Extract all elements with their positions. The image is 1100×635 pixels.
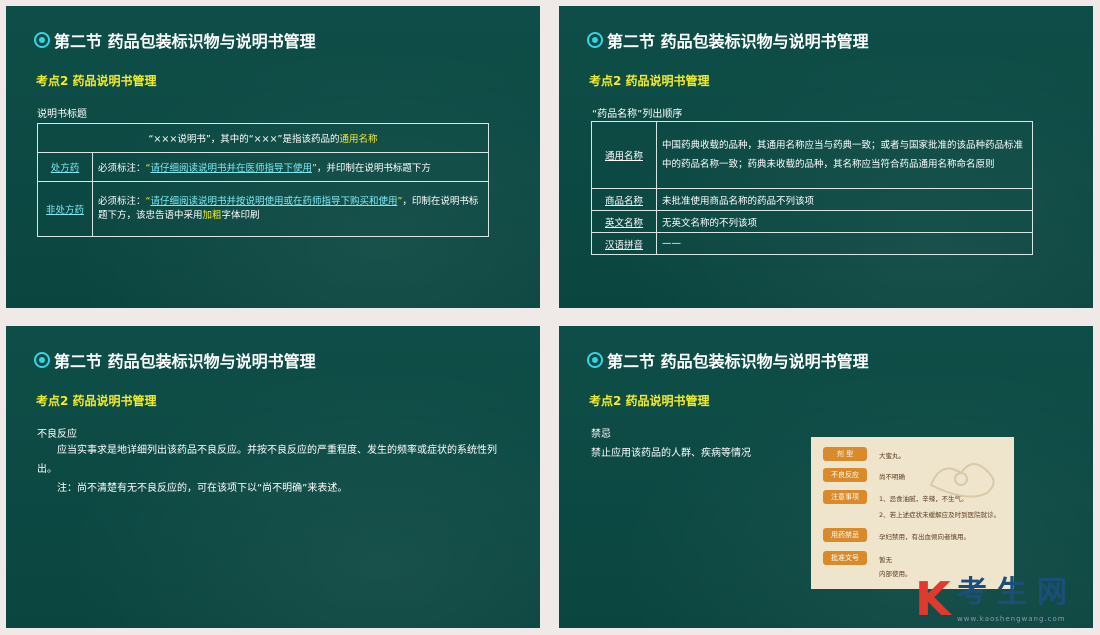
paragraph-note: 注：尚不清楚有无不良反应的，可在该项下以“尚不明确”来表述。 <box>57 483 348 494</box>
circle-bullet-icon <box>34 32 50 48</box>
circle-bullet-icon <box>587 352 603 368</box>
drug-name-order-table: 通用名称 中国药典收载的品种，其通用名称应当与药典一致；或者与国家批准的该品种药… <box>591 121 1033 255</box>
circle-bullet-icon <box>587 32 603 48</box>
slide-2: 第二节 药品包装标识物与说明书管理 考点2 药品说明书管理 “药品名称”列出顺序… <box>559 6 1093 308</box>
row-text: 必须标注： <box>98 163 146 174</box>
row-label-cell: 英文名称 <box>591 210 657 233</box>
slide-title: 第二节 药品包装标识物与说明书管理 <box>587 348 869 372</box>
slide-title: 第二节 药品包装标识物与说明书管理 <box>34 348 316 372</box>
bold-highlight: 加粗 <box>202 210 222 221</box>
circle-bullet-icon <box>34 352 50 368</box>
row-link-text: 请仔细阅读说明书并按说明使用或在药师指导下购买和使用 <box>150 196 398 207</box>
row-content-cell: —— <box>656 232 1033 255</box>
row-label-cell: 汉语拼音 <box>591 232 657 255</box>
logo-url: www.kaoshengwang.com <box>957 615 1066 623</box>
photo-label: 注意事项 <box>823 490 867 504</box>
table-row: 商品名称 未批准使用商品名称的药品不列该项 <box>591 188 1033 211</box>
photo-text: 孕妇禁用，有出血倾向者慎用。 <box>879 533 970 541</box>
photo-text: 尚不明确 <box>879 473 905 481</box>
paragraph: 应当实事求是地详细列出该药品不良反应。并按不良反应的严重程度、发生的频率或症状的… <box>37 445 497 475</box>
photo-text: 大蜜丸。 <box>879 452 905 460</box>
row-label: 汉语拼音 <box>604 239 643 251</box>
photo-label: 不良反应 <box>823 468 867 482</box>
table-header-cell: “×××说明书”，其中的“×××”是指该药品的通用名称 <box>37 123 489 153</box>
slide-title-text: 第二节 药品包装标识物与说明书管理 <box>54 32 316 51</box>
photo-label: 批准文号 <box>823 551 867 565</box>
row-label-cell: 通用名称 <box>591 121 657 189</box>
row-content-cell: 中国药典收载的品种，其通用名称应当与药典一致；或者与国家批准的该品种药品标准中的… <box>656 121 1033 189</box>
subtitle: 说明书标题 <box>37 109 87 120</box>
slide-title: 第二节 药品包装标识物与说明书管理 <box>34 28 316 52</box>
row-text: 必须标注： <box>98 196 146 207</box>
row-label-cell: 处方药 <box>37 152 93 182</box>
row-label-cell: 商品名称 <box>591 188 657 211</box>
photo-text: 暂无 <box>879 556 892 564</box>
row-label: 商品名称 <box>604 195 643 207</box>
subtitle: “药品名称”列出顺序 <box>592 109 683 120</box>
kaodian-heading: 考点2 药品说明书管理 <box>36 394 157 408</box>
table-row: 非处方药 必须标注：“请仔细阅读说明书并按说明使用或在药师指导下购买和使用”，印… <box>37 181 489 237</box>
row-label: 处方药 <box>50 163 80 174</box>
photo-text: 1、忌食油腻，辛辣，不生气。 <box>879 495 968 503</box>
kaodian-heading: 考点2 药品说明书管理 <box>36 74 157 88</box>
slide-title: 第二节 药品包装标识物与说明书管理 <box>587 28 869 52</box>
row-label: 英文名称 <box>604 217 643 229</box>
watermark-logo: K 考生网 www.kaoshengwang.com <box>915 571 1095 631</box>
logo-k: K <box>915 572 951 626</box>
row-label-cell: 非处方药 <box>37 181 93 237</box>
logo-word: 考生网 <box>957 575 1077 610</box>
table-row: 处方药 必须标注：“请仔细阅读说明书并在医师指导下使用”，并印制在说明书标题下方 <box>37 152 489 182</box>
header-text: “×××说明书”，其中的“×××”是指该药品的 <box>148 134 340 145</box>
row-label: 通用名称 <box>604 151 643 162</box>
photo-label: 剂 型 <box>823 447 867 461</box>
kaodian-heading: 考点2 药品说明书管理 <box>589 394 710 408</box>
table-row: 英文名称 无英文名称的不列该项 <box>591 210 1033 233</box>
contraindication-text: 禁止应用该药品的人群、疾病等情况 <box>591 448 751 459</box>
title-rules-table: “×××说明书”，其中的“×××”是指该药品的通用名称 处方药 必须标注：“请仔… <box>37 123 489 237</box>
package-insert-photo: 剂 型 大蜜丸。 不良反应 尚不明确 注意事项 1、忌食油腻，辛辣，不生气。 2… <box>811 437 1014 589</box>
row-text: 字体印刷 <box>221 210 260 221</box>
subtitle: 禁忌 <box>591 429 611 440</box>
photo-text: 内部使用。 <box>879 570 912 578</box>
row-content-cell: 未批准使用商品名称的药品不列该项 <box>656 188 1033 211</box>
photo-text: 2、若上述症状未缓解应及时到医院就诊。 <box>879 511 1001 519</box>
table-row: 汉语拼音 —— <box>591 232 1033 255</box>
slide-title-text: 第二节 药品包装标识物与说明书管理 <box>607 352 869 371</box>
table-row: 通用名称 中国药典收载的品种，其通用名称应当与药典一致；或者与国家批准的该品种药… <box>591 121 1033 189</box>
photo-label: 用药禁忌 <box>823 528 867 542</box>
header-highlight: 通用名称 <box>339 134 378 145</box>
row-label: 非处方药 <box>45 205 84 216</box>
slide-1: 第二节 药品包装标识物与说明书管理 考点2 药品说明书管理 说明书标题 “×××… <box>6 6 540 308</box>
row-link-text: 请仔细阅读说明书并在医师指导下使用 <box>150 163 312 174</box>
table-row: “×××说明书”，其中的“×××”是指该药品的通用名称 <box>37 123 489 153</box>
slide-title-text: 第二节 药品包装标识物与说明书管理 <box>607 32 869 51</box>
slide-title-text: 第二节 药品包装标识物与说明书管理 <box>54 352 316 371</box>
row-content-cell: 必须标注：“请仔细阅读说明书并在医师指导下使用”，并印制在说明书标题下方 <box>92 152 489 182</box>
row-content-cell: 无英文名称的不列该项 <box>656 210 1033 233</box>
slide-3: 第二节 药品包装标识物与说明书管理 考点2 药品说明书管理 不良反应 应当实事求… <box>6 326 540 628</box>
row-content-cell: 必须标注：“请仔细阅读说明书并按说明使用或在药师指导下购买和使用”，印制在说明书… <box>92 181 489 237</box>
kaodian-heading: 考点2 药品说明书管理 <box>589 74 710 88</box>
row-text: ，并印制在说明书标题下方 <box>316 163 431 174</box>
subtitle: 不良反应 <box>37 429 77 440</box>
